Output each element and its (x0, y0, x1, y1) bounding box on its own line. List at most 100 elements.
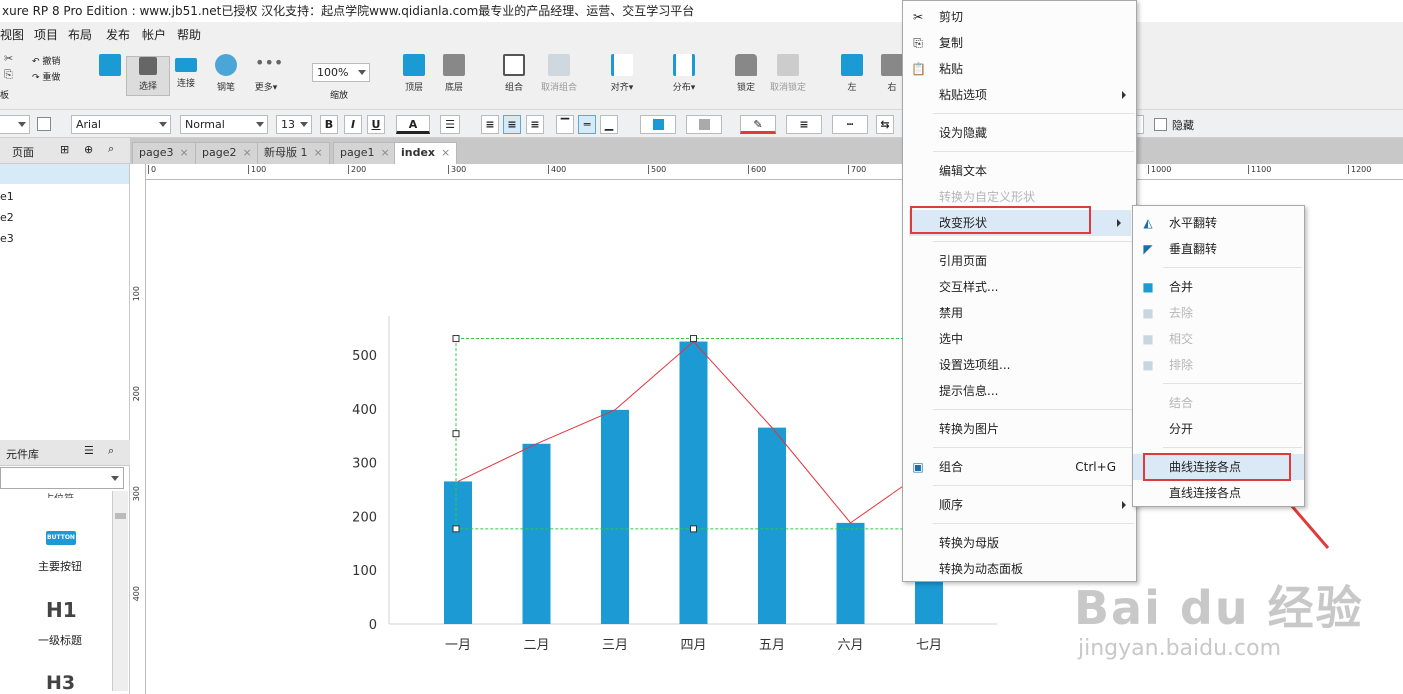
page-item[interactable]: e2 (0, 211, 14, 224)
style-select[interactable] (0, 115, 30, 134)
font-color-button[interactable]: A (396, 115, 430, 134)
library-menu-icon[interactable]: ☰ (84, 444, 94, 457)
pen-tool[interactable]: 钢笔 (204, 54, 248, 93)
line-width-button[interactable]: ≡ (786, 115, 822, 134)
hidden-checkbox[interactable] (1154, 118, 1167, 131)
menu-layout[interactable]: 布局 (68, 26, 92, 43)
align-button[interactable]: 对齐▾ (600, 54, 644, 93)
menu-publish[interactable]: 发布 (106, 26, 130, 43)
unlock-button[interactable]: 取消锁定 (766, 54, 810, 93)
menu-account[interactable]: 帐户 (142, 26, 166, 43)
submenu-item[interactable]: ■ 去除 (1133, 300, 1304, 326)
submenu-item[interactable]: 结合 (1133, 390, 1304, 416)
context-menu-item[interactable]: 交互样式... (903, 274, 1136, 300)
context-menu-item[interactable]: 顺序 (903, 492, 1136, 518)
x-tick-label: 三月 (602, 638, 628, 653)
zoom-select[interactable]: 100% (312, 63, 370, 82)
valign-bottom-button[interactable]: ▁ (600, 115, 618, 134)
context-menu-item[interactable]: ▣ 组合 Ctrl+G (903, 454, 1136, 480)
context-menu-item[interactable]: 编辑文本 (903, 158, 1136, 184)
shadow-button[interactable] (686, 115, 722, 134)
context-menu-item[interactable]: 禁用 (903, 300, 1136, 326)
bring-front-button[interactable]: 顶层 (392, 54, 436, 93)
context-menu-item[interactable]: 转换为母版 (903, 530, 1136, 556)
lock-button[interactable]: 锁定 (724, 54, 768, 93)
distribute-button[interactable]: 分布▾ (662, 54, 706, 93)
context-menu-item[interactable]: 选中 (903, 326, 1136, 352)
format-toolbar: Arial Normal 13 B I U A ☰ ≡ ≡ ≡ ▔ ═ ▁ ✎ … (0, 110, 1403, 138)
context-menu-item[interactable]: 设置选项组... (903, 352, 1136, 378)
selection-handle (452, 430, 460, 438)
font-style-select[interactable]: Normal (180, 115, 268, 134)
align-text-right-button[interactable]: ≡ (526, 115, 544, 134)
menu-help[interactable]: 帮助 (177, 26, 201, 43)
group-icon (503, 54, 525, 76)
menu-view[interactable]: 视图 (0, 26, 24, 43)
context-menu-item[interactable]: 转换为动态面板 (903, 556, 1136, 582)
fill-color-button[interactable] (640, 115, 676, 134)
arrow-style-button[interactable]: ⇆ (876, 115, 894, 134)
valign-middle-button[interactable]: ═ (578, 115, 596, 134)
context-menu-item[interactable]: 设为隐藏 (903, 120, 1136, 146)
button-widget-icon[interactable]: BUTTON (46, 531, 76, 545)
context-menu-item[interactable]: 引用页面 (903, 248, 1136, 274)
context-menu-item[interactable]: 提示信息... (903, 378, 1136, 404)
font-select[interactable]: Arial (71, 115, 171, 134)
valign-top-button[interactable]: ▔ (556, 115, 574, 134)
submenu-item[interactable]: ■ 相交 (1133, 326, 1304, 352)
h3-widget-icon[interactable]: H3 (46, 672, 75, 694)
context-menu-label: 提示信息... (939, 384, 999, 398)
align-text-left-button[interactable]: ≡ (481, 115, 499, 134)
align-text-center-button[interactable]: ≡ (503, 115, 521, 134)
chart-bar (601, 409, 629, 624)
redo-button[interactable]: ↷ 重做 (32, 70, 60, 83)
add-page-icon[interactable]: ⊞ (60, 143, 69, 156)
ungroup-button[interactable]: 取消组合 (536, 54, 582, 93)
more-tools[interactable]: ••• 更多▾ (244, 54, 288, 94)
selected-page-row[interactable] (0, 164, 129, 184)
close-icon: × (441, 146, 451, 159)
submenu-item[interactable]: 直线连接各点 (1133, 480, 1304, 506)
library-select[interactable] (0, 467, 124, 489)
tab-page2[interactable]: page2 × (195, 142, 259, 164)
line-color-button[interactable]: ✎ (740, 115, 776, 134)
submenu-item[interactable]: ◤ 垂直翻转 (1133, 236, 1304, 262)
submenu-item[interactable]: ■ 排除 (1133, 352, 1304, 378)
italic-button[interactable]: I (344, 115, 362, 134)
submenu-item[interactable]: ◭ 水平翻转 (1133, 210, 1304, 236)
context-menu-label: 组合 (939, 460, 964, 474)
align-left-button[interactable]: 左 (830, 54, 874, 93)
page-item[interactable]: e3 (0, 232, 14, 245)
underline-button[interactable]: U (367, 115, 385, 134)
send-back-button[interactable]: 底层 (432, 54, 476, 93)
scissors-small-icon[interactable]: ✂ (4, 52, 13, 65)
bullet-button[interactable]: ☰ (440, 115, 460, 134)
tab-page3[interactable]: page3 × (132, 142, 196, 164)
vertical-ruler: 100 200 300 400 (130, 164, 146, 694)
copy-small-icon[interactable]: ⎘ (4, 68, 13, 82)
page-item[interactable]: e1 (0, 190, 14, 203)
line-style-button[interactable]: ┅ (832, 115, 868, 134)
context-menu-item[interactable]: 转换为图片 (903, 416, 1136, 442)
tab-master1[interactable]: 新母版 1 × (257, 142, 330, 164)
tab-index[interactable]: index × (394, 142, 458, 164)
search-icon[interactable]: ⌕ (108, 142, 114, 156)
connect-tool[interactable]: 连接 (164, 54, 208, 89)
context-menu-item[interactable]: ⎘ 复制 (903, 30, 1136, 56)
menu-project[interactable]: 项目 (34, 26, 58, 43)
submenu-item[interactable]: 分开 (1133, 416, 1304, 442)
style-edit-icon[interactable] (37, 117, 51, 131)
font-size-select[interactable]: 13 (276, 115, 312, 134)
library-scrollbar[interactable] (112, 491, 128, 691)
h1-widget-icon[interactable]: H1 (46, 598, 77, 622)
add-folder-icon[interactable]: ⊕ (84, 143, 93, 156)
context-menu-item[interactable]: 📋 粘贴 (903, 56, 1136, 82)
submenu-item[interactable]: ■ 合并 (1133, 274, 1304, 300)
group-button[interactable]: 组合 (492, 54, 536, 93)
tab-page1[interactable]: page1 × (333, 142, 397, 164)
context-menu-item[interactable]: 粘贴选项 (903, 82, 1136, 108)
undo-button[interactable]: ↶ 撤销 (32, 54, 60, 67)
library-search-icon[interactable]: ⌕ (108, 444, 114, 458)
bold-button[interactable]: B (320, 115, 338, 134)
context-menu-item[interactable]: ✂ 剪切 (903, 4, 1136, 30)
